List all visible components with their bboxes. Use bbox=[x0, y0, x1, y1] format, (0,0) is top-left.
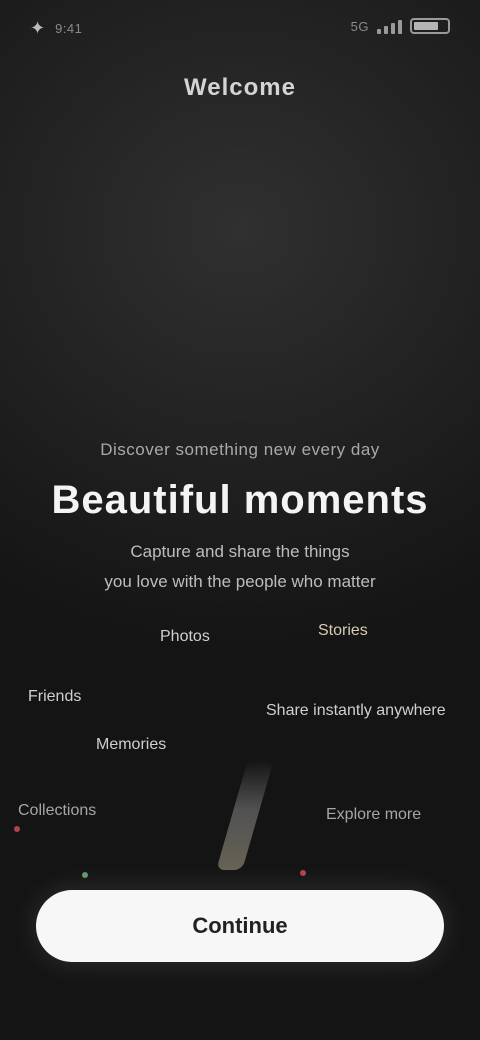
sparkle-icon: ✦ bbox=[30, 18, 46, 38]
battery-icon bbox=[410, 18, 450, 34]
network-label: 5G bbox=[350, 18, 369, 34]
hero-section: Discover something new every day Beautif… bbox=[50, 440, 430, 597]
floating-label-friends: Friends bbox=[28, 688, 82, 705]
floating-label-photos: Photos bbox=[160, 628, 210, 645]
floating-label-share: Share instantly anywhere bbox=[266, 702, 446, 719]
floating-label-memories: Memories bbox=[96, 736, 167, 753]
status-time: 9:41 bbox=[55, 21, 83, 36]
status-bar: ✦ 9:41 5G bbox=[0, 18, 480, 42]
signal-icon bbox=[377, 18, 402, 34]
page-title: Welcome bbox=[184, 74, 296, 101]
hero-description: Capture and share the things you love wi… bbox=[50, 537, 430, 597]
status-right: 5G bbox=[351, 18, 450, 34]
accent-dot-red-2 bbox=[300, 870, 306, 876]
accent-dot-green bbox=[82, 872, 88, 878]
hero-description-line1: Capture and share the things bbox=[130, 542, 350, 561]
hero-eyebrow: Discover something new every day bbox=[100, 440, 380, 459]
status-left: ✦ 9:41 bbox=[30, 18, 82, 39]
hero-headline: Beautiful moments bbox=[51, 478, 429, 522]
floating-label-explore: Explore more bbox=[326, 806, 422, 823]
accent-dot-red bbox=[14, 826, 20, 832]
hero-description-line2: you love with the people who matter bbox=[104, 572, 376, 591]
floating-label-collections: Collections bbox=[18, 802, 97, 819]
continue-button[interactable]: Continue bbox=[36, 890, 444, 962]
floating-label-stories: Stories bbox=[318, 622, 368, 639]
